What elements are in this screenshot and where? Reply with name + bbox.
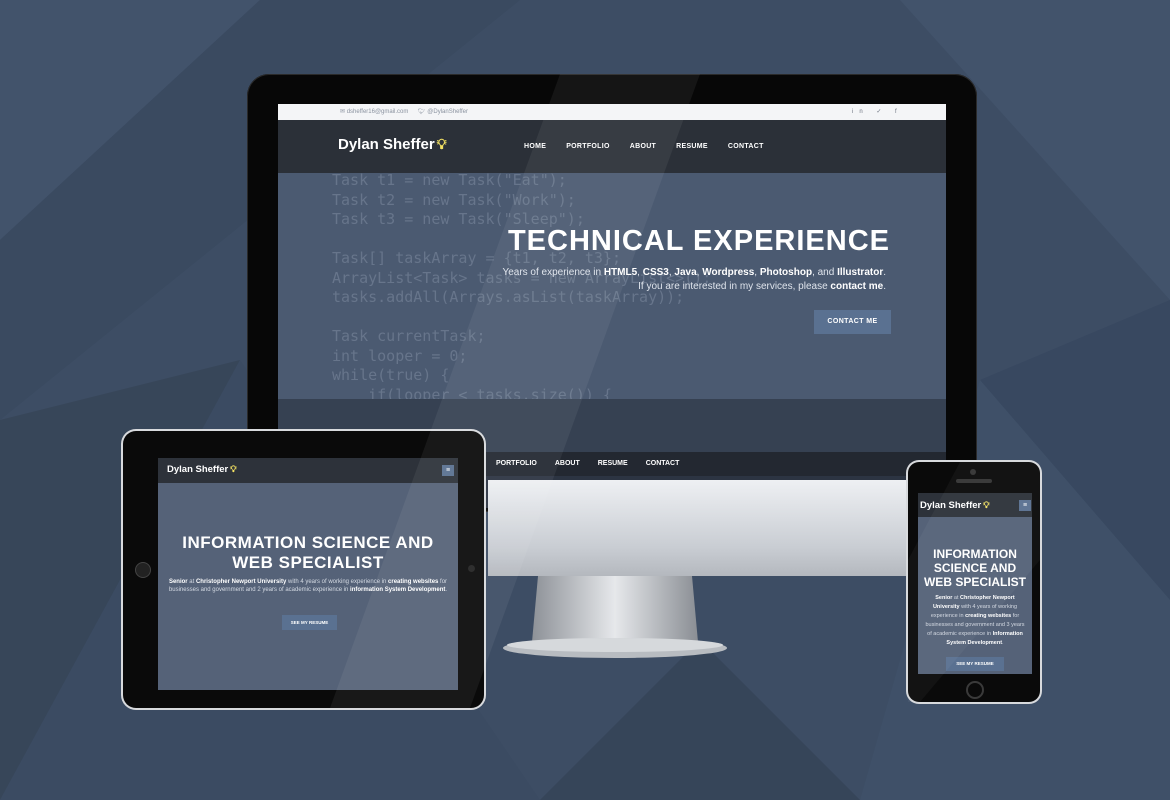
skill: Illustrator <box>837 267 884 278</box>
phone-navbar: Dylan Sheffer 💡︎ ≡ <box>918 493 1032 517</box>
subnav-about[interactable]: ABOUT <box>555 460 580 467</box>
phone-screen: Dylan Sheffer 💡︎ ≡ INFORMATION SCIENCE AN… <box>918 493 1032 674</box>
tablet-home-button[interactable] <box>135 562 151 578</box>
skill: CSS3 <box>642 267 669 278</box>
hero-contact-line: If you are interested in my services, pl… <box>638 281 886 292</box>
skill: Photoshop <box>759 267 813 278</box>
hero-title: TECHNICAL EXPERIENCE <box>507 225 890 257</box>
phone-title-line1: INFORMATION <box>933 547 1017 561</box>
monitor-stand <box>503 576 727 658</box>
brand-text: Dylan Sheffer <box>167 464 229 475</box>
lightbulb-icon: 💡︎ <box>230 464 237 474</box>
desktop-navbar: Dylan Sheffer 💡︎ HOME PORTFOLIO ABOUT RES… <box>278 120 946 173</box>
brand-text: Dylan Sheffer <box>920 500 982 511</box>
top-contact-bar: ✉ dsheffer16@gmail.com 🐦︎ @DylanSheffer … <box>278 104 946 120</box>
brand-text: Dylan Sheffer <box>338 136 435 153</box>
phone-title-line2: SCIENCE AND <box>933 561 1017 575</box>
email-link[interactable]: ✉ dsheffer16@gmail.com <box>340 104 408 120</box>
phone-device: Dylan Sheffer 💡︎ ≡ INFORMATION SCIENCE AN… <box>908 462 1040 702</box>
hero-skills-line: Years of experience in HTML5, CSS3, Java… <box>502 267 886 278</box>
nav-portfolio[interactable]: PORTFOLIO <box>566 143 610 150</box>
nav-contact[interactable]: CONTACT <box>728 143 764 150</box>
nav-resume[interactable]: RESUME <box>676 143 708 150</box>
hero-section: Task t1 = new Task("Eat"); Task t2 = new… <box>278 173 946 399</box>
tablet-title-line2: WEB SPECIALIST <box>232 553 384 572</box>
phone-home-button[interactable] <box>966 681 984 699</box>
see-resume-button[interactable]: SEE MY RESUME <box>282 615 337 630</box>
twitter-handle-link[interactable]: 🐦︎ @DylanSheffer <box>418 104 468 120</box>
brand-logo[interactable]: Dylan Sheffer 💡︎ <box>338 136 447 153</box>
email-text: dsheffer16@gmail.com <box>346 109 409 115</box>
hamburger-menu-icon[interactable]: ≡ <box>1019 500 1031 511</box>
tablet-navbar: Dylan Sheffer 💡︎ ≡ <box>158 458 458 483</box>
subnav-portfolio[interactable]: PORTFOLIO <box>496 460 537 467</box>
lightbulb-icon: 💡︎ <box>983 500 990 510</box>
phone-camera <box>970 469 976 475</box>
phone-brand[interactable]: Dylan Sheffer 💡︎ <box>920 500 990 511</box>
monitor-chin <box>488 480 978 576</box>
social-icons[interactable]: in ✓ f <box>852 104 903 120</box>
tablet-screen: Dylan Sheffer 💡︎ ≡ INFORMATION SCIENCE AN… <box>158 458 458 690</box>
tablet-camera <box>468 565 475 572</box>
skill: Wordpress <box>702 267 755 278</box>
see-resume-button[interactable]: SEE MY RESUME <box>946 657 1004 671</box>
lightbulb-icon: 💡︎ <box>436 136 447 152</box>
desktop-nav: HOME PORTFOLIO ABOUT RESUME CONTACT <box>524 143 764 150</box>
nav-home[interactable]: HOME <box>524 143 546 150</box>
twitter-text: @DylanSheffer <box>427 109 468 115</box>
subnav-contact[interactable]: CONTACT <box>646 460 680 467</box>
phone-title-line3: WEB SPECIALIST <box>923 575 1026 589</box>
subnav-resume[interactable]: RESUME <box>598 460 628 467</box>
contact-me-button[interactable]: CONTACT ME <box>814 310 891 334</box>
tablet-title-line1: INFORMATION SCIENCE AND <box>182 533 434 552</box>
tablet-device: Dylan Sheffer 💡︎ ≡ INFORMATION SCIENCE AN… <box>123 431 484 708</box>
skill: HTML5 <box>603 267 638 278</box>
nav-about[interactable]: ABOUT <box>630 143 656 150</box>
phone-description: Senior at Christopher Newport University… <box>925 595 1025 646</box>
contact-me-link[interactable]: contact me <box>830 281 883 292</box>
skill: Java <box>674 267 697 278</box>
tablet-brand[interactable]: Dylan Sheffer 💡︎ <box>167 464 237 475</box>
phone-speaker <box>956 479 992 483</box>
tablet-description: Senior at Christopher Newport University… <box>168 579 448 593</box>
hamburger-menu-icon[interactable]: ≡ <box>442 465 454 476</box>
